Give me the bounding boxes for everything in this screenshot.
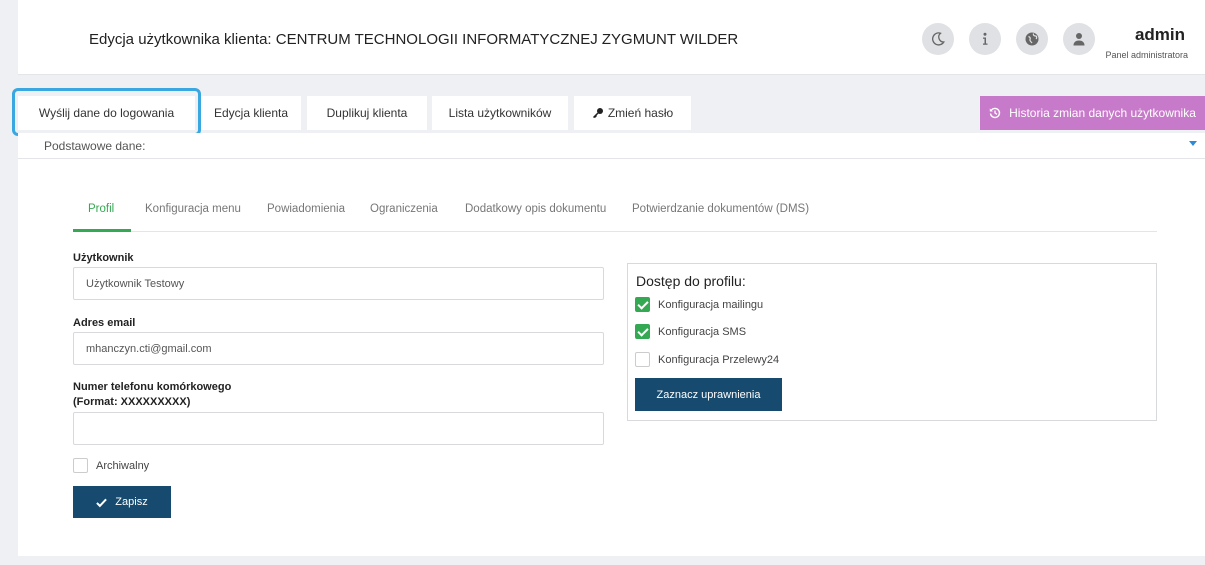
main-panel: Podstawowe dane: Profil Konfiguracja men… (18, 133, 1205, 556)
globe-icon (1025, 32, 1039, 46)
section-title: Podstawowe dane: (44, 139, 146, 153)
user-field-label: Użytkownik (73, 252, 134, 264)
przelewy24-config-label: Konfiguracja Przelewy24 (658, 354, 780, 366)
users-list-tab[interactable]: Lista użytkowników (432, 96, 568, 130)
history-icon (989, 107, 1001, 119)
email-input[interactable] (73, 332, 604, 365)
przelewy24-config-checkbox[interactable] (635, 352, 650, 367)
user-name-input[interactable] (73, 267, 604, 300)
archived-checkbox[interactable] (73, 458, 88, 473)
phone-format-label: (Format: XXXXXXXXX) (73, 396, 191, 408)
subtab-menu-config[interactable]: Konfiguracja menu (145, 203, 241, 231)
language-button[interactable] (1016, 23, 1048, 55)
access-title: Dostęp do profilu: (636, 273, 746, 289)
subtab-restrictions[interactable]: Ograniczenia (370, 203, 438, 231)
archived-label: Archiwalny (96, 460, 150, 472)
dark-mode-button[interactable] (922, 23, 954, 55)
phone-field-label: Numer telefonu komórkowego (73, 381, 232, 393)
mailing-config-label: Konfiguracja mailingu (658, 299, 764, 311)
page-header: Edycja użytkownika klienta: CENTRUM TECH… (18, 0, 1205, 75)
key-icon (592, 107, 604, 119)
section-header[interactable]: Podstawowe dane: (18, 133, 1205, 159)
page-title: Edycja użytkownika klienta: CENTRUM TECH… (89, 31, 739, 48)
subtab-doc-description[interactable]: Dodatkowy opis dokumentu (465, 203, 606, 231)
phone-input[interactable] (73, 412, 604, 445)
email-field-label: Adres email (73, 317, 136, 329)
account-button[interactable] (1063, 23, 1095, 55)
active-tab-indicator (73, 229, 131, 232)
highlight-frame (12, 88, 201, 136)
save-label: Zapisz (115, 496, 148, 508)
change-password-tab[interactable]: Zmień hasło (574, 96, 691, 130)
sms-config-checkbox[interactable] (635, 324, 650, 339)
user-icon (1073, 33, 1085, 46)
history-label: Historia zmian danych użytkownika (1009, 106, 1196, 120)
save-button[interactable]: Zapisz (73, 486, 171, 518)
info-button[interactable] (969, 23, 1001, 55)
change-password-label: Zmień hasło (607, 106, 674, 120)
sms-config-label: Konfiguracja SMS (658, 326, 747, 338)
profile-subtabs: Profil Konfiguracja menu Powiadomienia O… (73, 203, 1157, 232)
caret-down-icon[interactable] (1189, 141, 1197, 146)
subtab-profile[interactable]: Profil (88, 203, 114, 231)
subtab-doc-confirm[interactable]: Potwierdzanie dokumentów (DMS) (632, 203, 809, 231)
user-role: Panel administratora (1105, 50, 1188, 60)
check-icon (96, 498, 108, 507)
user-name[interactable]: admin (1135, 25, 1185, 45)
subtab-notifications[interactable]: Powiadomienia (267, 203, 345, 231)
info-icon (983, 32, 988, 45)
mailing-config-checkbox[interactable] (635, 297, 650, 312)
duplicate-client-tab[interactable]: Duplikuj klienta (307, 96, 427, 130)
moon-icon (932, 32, 945, 46)
profile-access-box: Dostęp do profilu: Konfiguracja mailingu… (627, 263, 1157, 421)
mark-permissions-button[interactable]: Zaznacz uprawnienia (635, 378, 782, 411)
history-button[interactable]: Historia zmian danych użytkownika (980, 96, 1205, 130)
edit-client-tab[interactable]: Edycja klienta (201, 96, 301, 130)
